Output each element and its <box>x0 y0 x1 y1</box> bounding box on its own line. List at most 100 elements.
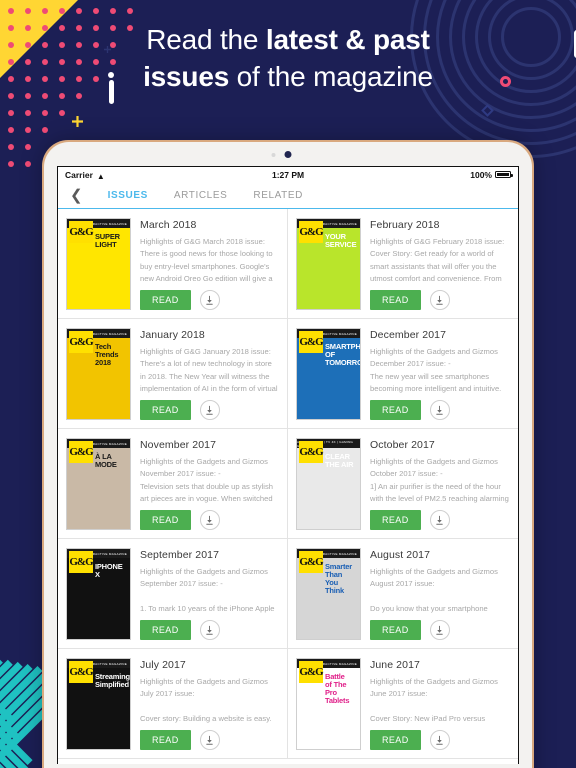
read-button[interactable]: READ <box>370 290 421 310</box>
download-icon[interactable] <box>199 290 220 310</box>
tab-issues[interactable]: ISSUES <box>95 190 161 201</box>
cover-headline: IPHONE X <box>95 562 123 579</box>
issue-title: November 2017 <box>140 439 217 451</box>
read-button[interactable]: READ <box>140 730 191 750</box>
headline-plain-2: of the magazine <box>229 60 433 92</box>
cover-headline: Streaming Simplified <box>95 672 130 689</box>
issue-cover-thumbnail[interactable]: INTERACTIVE MAGAZINE G&G Battle of The Pro T… <box>296 658 361 750</box>
issue-actions: READ <box>140 730 279 750</box>
issue-info: March 2018 Highlights of G&G March 2018 i… <box>140 218 279 310</box>
download-icon[interactable] <box>199 400 220 420</box>
magazine-logo: G&G <box>69 441 94 463</box>
download-icon[interactable] <box>429 290 450 310</box>
issue-card[interactable]: INTERACTIVE MAGAZINE G&G YOUR SERVICE Febru… <box>288 209 518 319</box>
issue-description: Highlights of the Gadgets and Gizmos Oct… <box>370 457 509 507</box>
issue-actions: READ <box>140 620 279 640</box>
magazine-logo: G&G <box>299 661 324 683</box>
issue-actions: READ <box>140 290 279 310</box>
issue-info: September 2017 Highlights of the Gadgets … <box>140 548 279 640</box>
issue-actions: READ <box>140 510 279 530</box>
read-button[interactable]: READ <box>140 510 191 530</box>
magazine-logo: G&G <box>69 331 94 353</box>
issue-info: August 2017 Highlights of the Gadgets and… <box>370 548 510 640</box>
read-button[interactable]: READ <box>140 290 191 310</box>
read-button[interactable]: READ <box>140 620 191 640</box>
headline-bold-1: latest & past <box>265 24 430 55</box>
read-button[interactable]: READ <box>140 400 191 420</box>
download-icon[interactable] <box>429 730 450 750</box>
issue-info: February 2018 Highlights of G&G February … <box>370 218 510 310</box>
headline-line-1: Read the latest & past <box>0 22 576 59</box>
ios-status-bar: Carrier 1:27 PM 100% <box>58 167 518 182</box>
download-icon[interactable] <box>429 620 450 640</box>
issue-card[interactable]: INTERACTIVE MAGAZINE G&G IPHONE X September … <box>58 539 288 649</box>
download-icon[interactable] <box>199 730 220 750</box>
cover-headline: YOUR SERVICE <box>325 232 357 249</box>
issue-cover-thumbnail[interactable]: INTERACTIVE MAGAZINE G&G SUPER LIGHT <box>66 218 131 310</box>
yellow-plus-icon <box>72 116 83 127</box>
issue-actions: READ <box>370 730 510 750</box>
front-camera-icon <box>271 151 292 158</box>
issue-card[interactable]: INTERACTIVE MAGAZINE G&G SUPER LIGHT March 2… <box>58 209 288 319</box>
issue-card[interactable]: INTERACTIVE MAGAZINE G&G Tech Trends 2018 Jan… <box>58 319 288 429</box>
issue-title: January 2018 <box>140 329 205 341</box>
issue-title: February 2018 <box>370 219 440 231</box>
issue-info: November 2017 Highlights of the Gadgets a… <box>140 438 279 530</box>
issue-description: Highlights of G&G January 2018 issue: Th… <box>140 347 278 397</box>
download-icon[interactable] <box>429 400 450 420</box>
read-button[interactable]: READ <box>370 730 421 750</box>
issue-cover-thumbnail[interactable]: AIR PURIFIERS | TV 4K | GAMING GEARG&GCL… <box>296 438 361 530</box>
issue-cover-thumbnail[interactable]: INTERACTIVE MAGAZINE G&G Smarter Than You Thi… <box>296 548 361 640</box>
issue-card[interactable]: INTERACTIVE MAGAZINE G&G Battle of The Pro T… <box>288 649 518 759</box>
issue-description: Highlights of the Gadgets and Gizmos Sep… <box>140 567 275 617</box>
battery-percent-label: 100% <box>470 169 492 180</box>
issue-cover-thumbnail[interactable]: INTERACTIVE MAGAZINEG&GSMARTPHONESOF TOM… <box>296 328 361 420</box>
status-clock: 1:27 PM <box>272 169 305 180</box>
issue-cover-thumbnail[interactable]: INTERACTIVE MAGAZINE G&G Streaming Simplifi… <box>66 658 131 750</box>
headline-line-2: issues of the magazine <box>0 59 576 96</box>
status-right: 100% <box>470 169 513 180</box>
magazine-logo: G&G <box>69 661 94 683</box>
section-tab-bar: ❮ ISSUES ARTICLES RELATED <box>58 182 518 209</box>
issue-actions: READ <box>140 400 279 420</box>
issue-cover-thumbnail[interactable]: INTERACTIVE MAGAZINE G&G IPHONE X <box>66 548 131 640</box>
issue-info: June 2017 Highlights of the Gadgets and G… <box>370 658 510 750</box>
issue-info: December 2017 Highlights of the Gadgets a… <box>370 328 510 420</box>
read-button[interactable]: READ <box>370 400 421 420</box>
issue-title: June 2017 <box>370 659 420 671</box>
issue-cover-thumbnail[interactable]: INTERACTIVE MAGAZINE G&G YOUR SERVICE <box>296 218 361 310</box>
ipad-device-frame: Carrier 1:27 PM 100% ❮ ISSUES ARTICLES R… <box>42 140 534 768</box>
issue-card[interactable]: AIR PURIFIERS | TV 4K | GAMING GEARG&GCL… <box>288 429 518 539</box>
issue-card[interactable]: INTERACTIVE MAGAZINE G&G Smarter Than You Thi… <box>288 539 518 649</box>
ipad-bezel: Carrier 1:27 PM 100% ❮ ISSUES ARTICLES R… <box>44 142 532 768</box>
issue-title: December 2017 <box>370 329 447 341</box>
issue-info: October 2017 Highlights of the Gadgets an… <box>370 438 510 530</box>
tab-articles[interactable]: ARTICLES <box>161 190 241 201</box>
download-icon[interactable] <box>199 620 220 640</box>
chevron-left-icon[interactable]: ❮ <box>68 188 95 203</box>
cover-headline: SMARTPHONESOF TOMORROW <box>325 342 361 367</box>
cover-headline: Smarter Than You Think <box>325 562 352 595</box>
app-screen: Carrier 1:27 PM 100% ❮ ISSUES ARTICLES R… <box>57 166 519 764</box>
read-button[interactable]: READ <box>370 620 421 640</box>
read-button[interactable]: READ <box>370 510 421 530</box>
issue-title: March 2018 <box>140 219 197 231</box>
magazine-logo: G&G <box>299 441 324 463</box>
issue-card[interactable]: INTERACTIVE MAGAZINE G&G À LA MODE November … <box>58 429 288 539</box>
issue-title: August 2017 <box>370 549 431 561</box>
issue-cover-thumbnail[interactable]: INTERACTIVE MAGAZINE G&G Tech Trends 2018 <box>66 328 131 420</box>
download-icon[interactable] <box>199 510 220 530</box>
issue-actions: READ <box>370 510 510 530</box>
tab-related[interactable]: RELATED <box>240 190 316 201</box>
issue-card[interactable]: INTERACTIVE MAGAZINEG&GSMARTPHONESOF TOM… <box>288 319 518 429</box>
issue-description: Highlights of the Gadgets and Gizmos Aug… <box>370 567 498 617</box>
status-left: Carrier <box>65 170 106 180</box>
carrier-label: Carrier <box>65 169 93 180</box>
issue-description: Highlights of G&G February 2018 issue: C… <box>370 237 507 287</box>
issue-description: Highlights of the Gadgets and Gizmos Dec… <box>370 347 510 397</box>
cover-headline: CLEAR THE AIR <box>325 452 354 469</box>
issue-cover-thumbnail[interactable]: INTERACTIVE MAGAZINE G&G À LA MODE <box>66 438 131 530</box>
issue-info: July 2017 Highlights of the Gadgets and G… <box>140 658 279 750</box>
download-icon[interactable] <box>429 510 450 530</box>
issue-card[interactable]: INTERACTIVE MAGAZINE G&G Streaming Simplifi… <box>58 649 288 759</box>
